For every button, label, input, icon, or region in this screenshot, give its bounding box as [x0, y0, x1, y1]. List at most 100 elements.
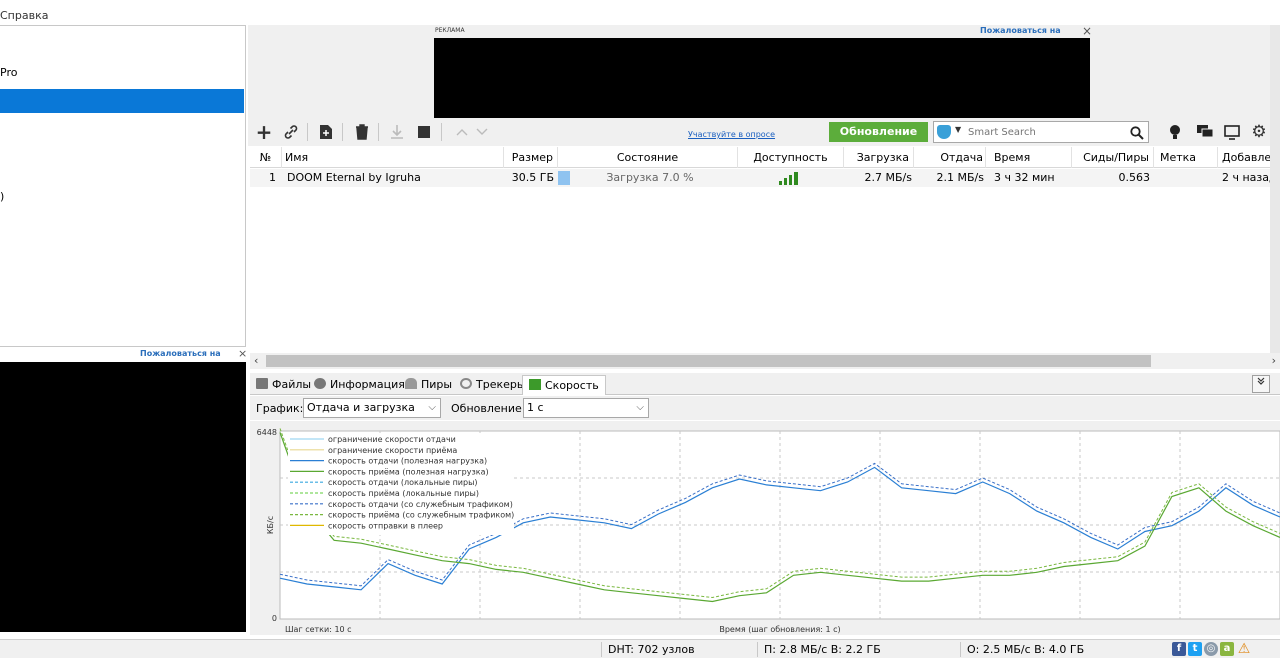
chevron-down-icon: ⌵	[636, 402, 644, 413]
left-ad-banner[interactable]	[0, 362, 246, 632]
sidebar: Pro )	[0, 25, 246, 347]
row-number: 1	[269, 171, 276, 184]
toolbar-separator	[378, 123, 379, 141]
column-seeds-peers[interactable]: Сиды/Пиры	[1072, 147, 1154, 168]
detail-tabs: Файлы Информация Пиры Трекеры Скорость	[250, 373, 1280, 395]
gear-icon[interactable]: ⚙	[1250, 122, 1268, 142]
scroll-right-icon[interactable]: ›	[1272, 354, 1276, 367]
row-time: 3 ч 32 мин	[994, 171, 1055, 184]
toolbar-separator	[342, 123, 343, 141]
legend-entry: скорость приёма (со служебным трафиком)	[328, 511, 514, 520]
status-dht[interactable]: DHT: 702 узлов	[608, 643, 695, 656]
row-name: DOOM Eternal by Igruha	[287, 171, 421, 184]
search-icon[interactable]	[1130, 123, 1144, 144]
bulb-icon[interactable]	[1166, 123, 1184, 141]
status-separator	[960, 642, 961, 657]
column-status[interactable]: Состояние	[558, 147, 738, 168]
scrollbar-thumb[interactable]	[266, 355, 1151, 367]
column-upload[interactable]: Отдача	[914, 147, 986, 168]
column-number[interactable]: №	[250, 147, 282, 168]
add-icon[interactable]: +	[255, 120, 273, 144]
monitor-icon[interactable]	[1223, 123, 1241, 141]
status-download[interactable]: П: 2.8 МБ/с В: 2.2 ГБ	[764, 643, 881, 656]
column-name[interactable]: Имя	[282, 147, 504, 168]
legend-entry: ограничение скорости приёма	[328, 446, 457, 455]
row-status: Загрузка 7.0 %	[606, 171, 694, 184]
tab-info[interactable]: Информация	[314, 375, 405, 395]
ad-close-button[interactable]: ×	[1082, 24, 1092, 38]
update-button[interactable]: Обновление	[829, 122, 928, 142]
survey-link[interactable]: Участвуйте в опросе	[688, 130, 775, 139]
y-tick-label: 0	[272, 614, 277, 623]
horizontal-scrollbar[interactable]: ‹ ›	[250, 353, 1280, 369]
link-icon[interactable]	[282, 123, 300, 141]
peers-icon	[405, 378, 417, 389]
search-provider-dropdown-icon[interactable]: ▼	[955, 125, 961, 134]
vertical-scrollbar[interactable]	[1270, 25, 1280, 353]
down-icon[interactable]	[473, 123, 491, 141]
top-ad-banner[interactable]	[434, 38, 1090, 118]
column-download[interactable]: Загрузка	[844, 147, 914, 168]
tab-files[interactable]: Файлы	[256, 375, 311, 395]
update-interval-select[interactable]: 1 с ⌵	[523, 398, 649, 418]
shield-icon[interactable]	[937, 125, 951, 139]
column-time[interactable]: Время	[986, 147, 1072, 168]
x-axis-label-time: Время (шаг обновления: 1 с)	[719, 625, 840, 634]
column-label[interactable]: Метка	[1154, 147, 1218, 168]
ad-report-link[interactable]: Пожаловаться на	[980, 26, 1061, 35]
legend-entry: ограничение скорости отдачи	[328, 435, 456, 444]
speed-chart: 6448 0 КБ/с Шаг сетки: 10 с Время (шаг обнов…	[257, 428, 1280, 634]
stop-icon[interactable]	[415, 123, 433, 141]
update-interval-label: Обновление:	[451, 402, 526, 415]
table-row[interactable]: 1 DOOM Eternal by Igruha 30.5 ГБ Загрузк…	[250, 169, 1280, 187]
status-separator	[757, 642, 758, 657]
y-axis-label: КБ/с	[266, 516, 275, 534]
sidebar-item-selected[interactable]	[0, 89, 244, 113]
create-icon[interactable]	[317, 123, 335, 141]
legend-entry: скорость отдачи (со служебным трафиком)	[328, 500, 513, 509]
speed-chart-icon	[529, 379, 541, 390]
warning-icon[interactable]: ⚠	[1237, 642, 1251, 656]
tab-trackers[interactable]: Трекеры	[460, 375, 526, 395]
legend-entry: скорость отдачи (локальные пиры)	[328, 478, 478, 487]
row-download-speed: 2.7 МБ/s	[864, 171, 912, 184]
scroll-left-icon[interactable]: ‹	[254, 354, 258, 367]
toolbar-separator	[307, 123, 308, 141]
column-availability[interactable]: Доступность	[738, 147, 844, 168]
left-ad-close-button[interactable]: ×	[238, 347, 247, 360]
tab-peers[interactable]: Пиры	[405, 375, 452, 395]
left-ad-report-link[interactable]: Пожаловаться на	[140, 349, 221, 358]
sidebar-item-pro[interactable]: Pro	[0, 61, 244, 85]
globe-icon[interactable]: ◎	[1204, 642, 1218, 656]
y-tick-label: 6448	[257, 428, 277, 437]
status-upload[interactable]: О: 2.5 МБ/с В: 4.0 ГБ	[967, 643, 1084, 656]
chat-icon[interactable]	[1196, 123, 1214, 141]
row-seeds-peers: 0.563	[1118, 171, 1151, 184]
speed-graph-panel: 6448 0 КБ/с Шаг сетки: 10 с Время (шаг обнов…	[250, 421, 1280, 635]
facebook-icon[interactable]: f	[1172, 642, 1186, 656]
legend-entry: скорость приёма (локальные пиры)	[328, 489, 479, 498]
graph-type-select[interactable]: Отдача и загрузка ⌵	[303, 398, 441, 418]
search-input[interactable]	[968, 124, 1128, 140]
up-icon[interactable]	[453, 123, 471, 141]
torrent-list-empty-area[interactable]	[250, 187, 1280, 353]
ad-label: РЕКЛАМА	[435, 27, 465, 34]
tracker-icon	[460, 378, 472, 389]
tab-speed[interactable]: Скорость	[522, 375, 606, 395]
row-upload-speed: 2.1 МБ/s	[936, 171, 984, 184]
toolbar-separator	[441, 123, 442, 141]
status-bar: DHT: 702 узлов П: 2.8 МБ/с В: 2.2 ГБ О: …	[0, 639, 1280, 658]
menu-help[interactable]: Справка	[0, 9, 48, 22]
delete-icon[interactable]	[353, 123, 371, 141]
availability-bars-icon	[778, 169, 804, 187]
chevron-down-icon: ⌵	[428, 402, 436, 413]
torrent-table-header: № Имя Размер Состояние Доступность Загру…	[250, 147, 1280, 168]
column-size[interactable]: Размер	[504, 147, 558, 168]
sidebar-item-other[interactable]: )	[0, 185, 244, 209]
x-axis-label-grid: Шаг сетки: 10 с	[285, 625, 352, 634]
twitter-icon[interactable]: t	[1188, 642, 1202, 656]
collapse-panel-button[interactable]	[1252, 375, 1270, 393]
download-icon[interactable]	[388, 123, 406, 141]
android-icon[interactable]: a	[1220, 642, 1234, 656]
row-label	[1160, 169, 1218, 187]
